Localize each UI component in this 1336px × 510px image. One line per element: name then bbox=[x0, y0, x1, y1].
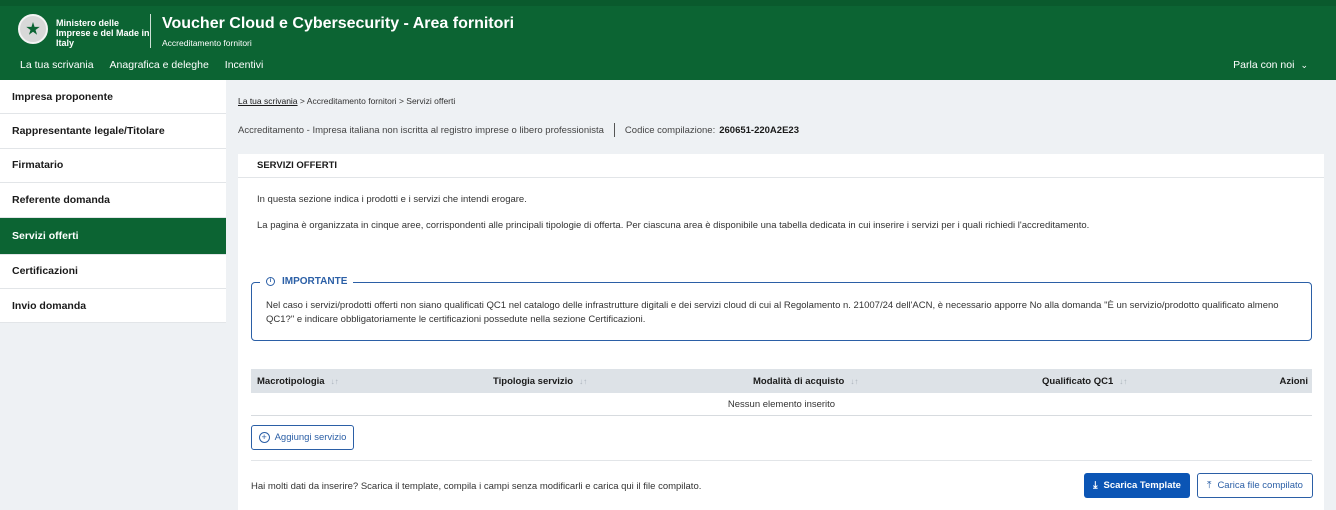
sidebar-item-label: Servizi offerti bbox=[12, 229, 79, 242]
nav-scrivania[interactable]: La tua scrivania bbox=[20, 59, 94, 71]
sort-icon[interactable]: ↓↑ bbox=[331, 377, 339, 386]
important-title-text: IMPORTANTE bbox=[282, 276, 348, 287]
bottom-divider bbox=[251, 460, 1312, 461]
sidebar-item-label: Rappresentante legale/Titolare bbox=[12, 125, 165, 138]
plus-circle-icon: + bbox=[258, 432, 270, 443]
upload-icon: ⤒ bbox=[1207, 480, 1212, 491]
breadcrumb-item: Accreditamento fornitori bbox=[306, 96, 397, 106]
column-header-azioni: Azioni bbox=[1280, 369, 1309, 393]
template-hint: Hai molti dati da inserire? Scarica il t… bbox=[251, 481, 702, 492]
column-label: Tipologia servizio bbox=[493, 375, 574, 387]
upload-file-button[interactable]: ⤒ Carica file compilato bbox=[1197, 473, 1313, 498]
breadcrumb-separator: > bbox=[398, 96, 404, 106]
sidebar-item-label: Impresa proponente bbox=[12, 90, 113, 103]
column-label: Modalità di acquisto bbox=[753, 375, 845, 387]
column-label: Qualificato QC1 bbox=[1042, 375, 1114, 387]
talk-label: Parla con noi bbox=[1233, 59, 1295, 71]
section-description: La pagina è organizzata in cinque aree, … bbox=[257, 220, 1090, 231]
ministry-name[interactable]: Ministero delle Imprese e del Made in It… bbox=[56, 18, 156, 48]
download-template-label: Scarica Template bbox=[1103, 480, 1181, 491]
breadcrumb-home-link[interactable]: La tua scrivania bbox=[238, 96, 298, 106]
breadcrumb: La tua scrivania > Accreditamento fornit… bbox=[238, 96, 455, 106]
ministry-emblem-icon[interactable] bbox=[18, 14, 48, 44]
app-header: Ministero delle Imprese e del Made in It… bbox=[0, 0, 1336, 80]
nav-anagrafica[interactable]: Anagrafica e deleghe bbox=[110, 59, 209, 71]
section-title: SERVIZI OFFERTI bbox=[238, 154, 1324, 178]
important-title: i IMPORTANTE bbox=[260, 276, 354, 287]
column-header-qualificato-qc1[interactable]: Qualificato QC1 ↓↑ bbox=[1042, 369, 1127, 393]
meta-divider bbox=[613, 123, 615, 137]
code-value: 260651-220A2E23 bbox=[719, 124, 799, 136]
sidebar-item-impresa-proponente[interactable]: Impresa proponente bbox=[0, 80, 226, 115]
sidebar-item-servizi-offerti[interactable]: Servizi offerti bbox=[0, 217, 226, 255]
section-intro: In questa sezione indica i prodotti e i … bbox=[257, 194, 527, 205]
services-card: SERVIZI OFFERTI In questa sezione indica… bbox=[238, 154, 1324, 510]
sidebar-item-label: Firmatario bbox=[12, 159, 64, 172]
chevron-down-icon: ⌄ bbox=[1300, 59, 1308, 70]
sidebar-item-certificazioni[interactable]: Certificazioni bbox=[0, 255, 226, 289]
important-text: Nel caso i servizi/prodotti offerti non … bbox=[266, 300, 1279, 325]
sidebar-list: Impresa proponente Rappresentante legale… bbox=[0, 80, 226, 324]
sidebar: Impresa proponente Rappresentante legale… bbox=[0, 80, 226, 510]
column-header-tipologia-servizio[interactable]: Tipologia servizio ↓↑ bbox=[493, 369, 587, 393]
sort-icon[interactable]: ↓↑ bbox=[1119, 377, 1127, 386]
app-title: Voucher Cloud e Cybersecurity - Area for… bbox=[162, 15, 515, 32]
main-nav: La tua scrivania Anagrafica e deleghe In… bbox=[20, 59, 263, 71]
sort-icon[interactable]: ↓↑ bbox=[850, 377, 858, 386]
info-icon: i bbox=[266, 277, 275, 286]
sidebar-item-label: Certificazioni bbox=[12, 265, 78, 278]
application-meta: Accreditamento - Impresa italiana non is… bbox=[238, 123, 799, 137]
services-table-header: Macrotipologia ↓↑ Tipologia servizio ↓↑ Mo… bbox=[251, 369, 1312, 393]
header-top-edge bbox=[0, 0, 1336, 6]
sidebar-item-invio-domanda[interactable]: Invio domanda bbox=[0, 289, 226, 324]
sidebar-item-firmatario[interactable]: Firmatario bbox=[0, 149, 226, 184]
header-divider bbox=[150, 14, 151, 48]
add-service-button[interactable]: + Aggiungi servizio bbox=[251, 425, 354, 450]
code-label: Codice compilazione: bbox=[624, 124, 716, 136]
sidebar-item-label: Referente domanda bbox=[12, 193, 111, 206]
application-type: Accreditamento - Impresa italiana non is… bbox=[238, 124, 604, 136]
column-header-modalita-acquisto[interactable]: Modalità di acquisto ↓↑ bbox=[753, 369, 858, 393]
column-label: Macrotipologia bbox=[257, 375, 325, 387]
important-callout: i IMPORTANTE Nel caso i servizi/prodotti… bbox=[251, 276, 1312, 341]
upload-file-label: Carica file compilato bbox=[1217, 480, 1303, 491]
table-empty-row: Nessun elemento inserito bbox=[251, 393, 1312, 416]
download-icon: ⤓ bbox=[1093, 480, 1098, 491]
app-subtitle: Accreditamento fornitori bbox=[162, 38, 252, 48]
sidebar-item-label: Invio domanda bbox=[12, 299, 87, 312]
talk-with-us-menu[interactable]: Parla con noi ⌄ bbox=[1233, 59, 1308, 71]
column-header-macrotipologia[interactable]: Macrotipologia ↓↑ bbox=[257, 369, 339, 393]
breadcrumb-separator: > bbox=[299, 96, 305, 106]
sidebar-item-referente-domanda[interactable]: Referente domanda bbox=[0, 183, 226, 218]
sort-icon[interactable]: ↓↑ bbox=[579, 377, 587, 386]
add-service-label: Aggiungi servizio bbox=[274, 432, 347, 443]
sidebar-item-rappresentante-legale[interactable]: Rappresentante legale/Titolare bbox=[0, 114, 226, 149]
nav-incentivi[interactable]: Incentivi bbox=[225, 59, 264, 71]
breadcrumb-current: Servizi offerti bbox=[406, 96, 456, 106]
download-template-button[interactable]: ⤓ Scarica Template bbox=[1084, 473, 1190, 498]
column-label: Azioni bbox=[1279, 375, 1309, 387]
